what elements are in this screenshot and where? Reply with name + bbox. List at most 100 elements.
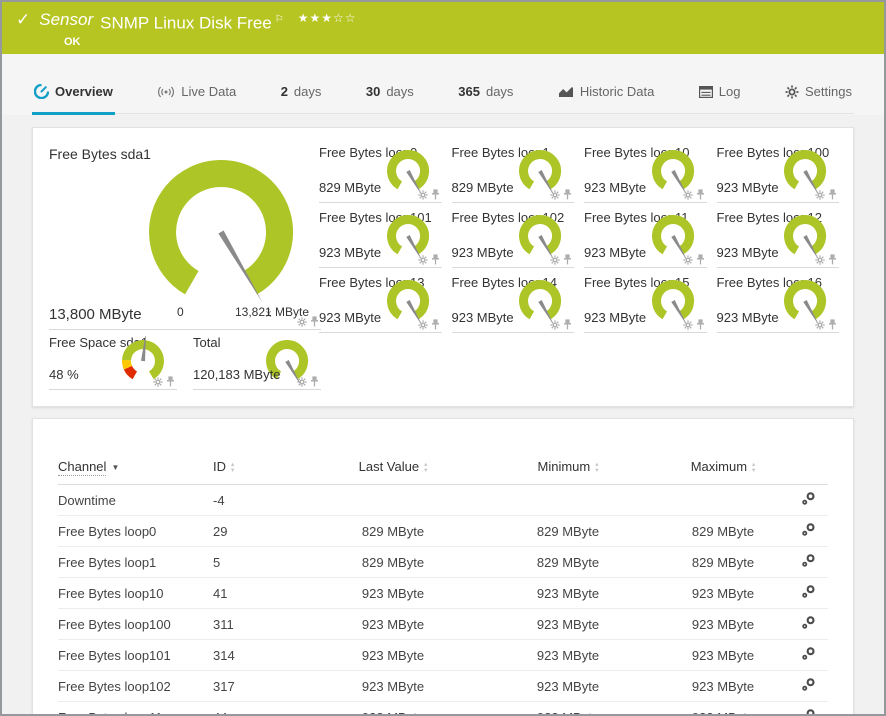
cell-channel[interactable]: Downtime (58, 485, 213, 516)
tab-settings[interactable]: Settings (783, 84, 854, 113)
pin-icon[interactable] (828, 319, 837, 330)
tab-label: days (294, 84, 321, 99)
gauge-value: 923 MByte (717, 180, 779, 195)
gauge-value: 923 MByte (584, 180, 646, 195)
cell-minimum: 829 MByte (478, 516, 658, 547)
sort-icon: ▴▾ (231, 462, 234, 472)
cell-last-value: 923 MByte (308, 578, 478, 609)
tab-30-days[interactable]: 30days (364, 84, 416, 113)
tab-365-days[interactable]: 365days (456, 84, 515, 113)
gear-icon[interactable] (418, 255, 428, 265)
channel-settings-icon[interactable] (801, 615, 816, 630)
tab-live-data[interactable]: Live Data (155, 84, 238, 113)
cell-last-value: 923 MByte (308, 609, 478, 640)
gear-icon[interactable] (153, 377, 163, 387)
column-label: Channel (58, 459, 106, 476)
gauge-card-free-bytes-loop14: Free Bytes loop14923 MByte (452, 268, 575, 333)
tab-2-days[interactable]: 2days (279, 84, 324, 113)
pin-icon[interactable] (431, 189, 440, 200)
cell-channel[interactable]: Free Bytes loop100 (58, 609, 213, 640)
tab-historic-data[interactable]: Historic Data (556, 84, 656, 113)
pin-icon[interactable] (828, 254, 837, 265)
table-row: Downtime-4 (58, 485, 828, 516)
pin-icon[interactable] (431, 254, 440, 265)
channel-settings-icon[interactable] (801, 708, 816, 716)
gear-icon[interactable] (815, 255, 825, 265)
flag-icon[interactable]: ⚐ (275, 14, 284, 25)
column-header-id[interactable]: ID▴▾ (213, 455, 308, 485)
cell-maximum: 829 MByte (658, 547, 788, 578)
gear-icon[interactable] (418, 320, 428, 330)
pin-icon[interactable] (563, 189, 572, 200)
gear-icon[interactable] (418, 190, 428, 200)
cell-maximum (658, 485, 788, 516)
sort-icon: ▴▾ (424, 462, 427, 472)
gauge-min-label: 0 (177, 305, 184, 319)
cell-id: 41 (213, 578, 308, 609)
tab-overview[interactable]: Overview (32, 84, 115, 115)
pin-icon[interactable] (310, 316, 319, 327)
pin-icon[interactable] (166, 376, 175, 387)
gear-icon[interactable] (550, 190, 560, 200)
column-header-channel[interactable]: Channel ▼ (58, 455, 213, 485)
gauge-card-free-bytes-loop12: Free Bytes loop12923 MByte (717, 203, 840, 268)
table-row: Free Bytes loop100311923 MByte923 MByte9… (58, 609, 828, 640)
pin-icon[interactable] (696, 254, 705, 265)
tab-label: Log (719, 84, 741, 99)
gear-icon[interactable] (683, 255, 693, 265)
tab-strip: OverviewLive Data2days30days365daysHisto… (2, 54, 884, 115)
cell-channel[interactable]: Free Bytes loop102 (58, 671, 213, 702)
object-kind-label: Sensor (39, 9, 93, 31)
channel-settings-icon[interactable] (801, 646, 816, 661)
main-gauge: x̄ (136, 152, 306, 322)
gauge-value: 923 MByte (584, 245, 646, 260)
gear-icon[interactable] (815, 190, 825, 200)
channel-settings-icon[interactable] (801, 522, 816, 537)
column-header-maximum[interactable]: Maximum▴▾ (658, 455, 788, 485)
pin-icon[interactable] (828, 189, 837, 200)
gauge-value: 923 MByte (717, 310, 779, 325)
cell-channel[interactable]: Free Bytes loop10 (58, 578, 213, 609)
cell-last-value: 923 MByte (308, 640, 478, 671)
gear-icon[interactable] (815, 320, 825, 330)
cell-minimum: 923 MByte (478, 671, 658, 702)
pin-icon[interactable] (696, 319, 705, 330)
chart-icon (558, 86, 574, 98)
main-gauge-panel: Free Bytes sda1 x̄ 13,800 MByte 0 13,821… (49, 138, 321, 330)
status-ok-check-icon: ✓ (16, 9, 30, 31)
sort-desc-icon: ▼ (111, 463, 119, 472)
gear-icon[interactable] (297, 377, 307, 387)
cell-maximum: 829 MByte (658, 516, 788, 547)
cell-id: 44 (213, 702, 308, 716)
pin-icon[interactable] (563, 319, 572, 330)
channel-settings-icon[interactable] (801, 677, 816, 692)
gear-icon[interactable] (550, 255, 560, 265)
pin-icon[interactable] (696, 189, 705, 200)
gear-icon[interactable] (550, 320, 560, 330)
channel-settings-icon[interactable] (801, 553, 816, 568)
gear-icon[interactable] (683, 190, 693, 200)
gear-icon (785, 85, 799, 99)
column-header-last-value[interactable]: Last Value▴▾ (308, 455, 478, 485)
channel-settings-icon[interactable] (801, 584, 816, 599)
cell-channel[interactable]: Free Bytes loop11 (58, 702, 213, 716)
gear-icon[interactable] (297, 317, 307, 327)
cell-channel[interactable]: Free Bytes loop101 (58, 640, 213, 671)
pin-icon[interactable] (310, 376, 319, 387)
cell-channel[interactable]: Free Bytes loop0 (58, 516, 213, 547)
tab-number: 30 (366, 84, 380, 99)
gear-icon[interactable] (683, 320, 693, 330)
pin-icon[interactable] (431, 319, 440, 330)
table-row: Free Bytes loop101314923 MByte923 MByte9… (58, 640, 828, 671)
tab-number: 365 (458, 84, 480, 99)
table-row: Free Bytes loop1144923 MByte923 MByte923… (58, 702, 828, 716)
priority-stars[interactable]: ★★★☆☆ (298, 9, 357, 27)
column-header-minimum[interactable]: Minimum▴▾ (478, 455, 658, 485)
gauge-card-free-bytes-loop11: Free Bytes loop11923 MByte (584, 203, 707, 268)
channel-settings-icon[interactable] (801, 491, 816, 506)
pin-icon[interactable] (563, 254, 572, 265)
gauge-title: Total (193, 335, 220, 350)
tab-log[interactable]: Log (697, 84, 743, 113)
prtg-sensor-window: ✓ Sensor SNMP Linux Disk Free⚐ ★★★☆☆ OK … (0, 0, 886, 716)
cell-channel[interactable]: Free Bytes loop1 (58, 547, 213, 578)
